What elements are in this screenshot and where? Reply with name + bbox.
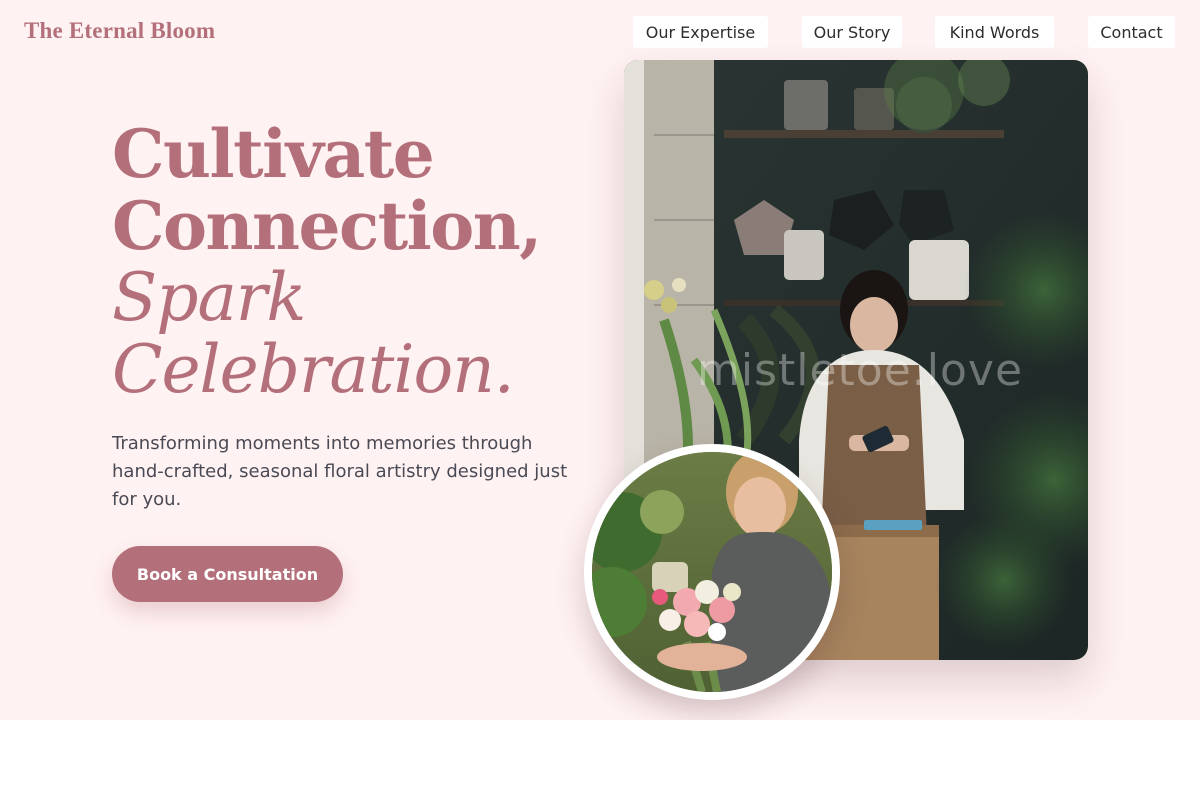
headline-line-4: Celebration.	[112, 331, 515, 408]
headline-line-2: Connection,	[112, 187, 542, 265]
nav-item-our-story[interactable]: Our Story	[802, 16, 902, 48]
headline-line-1: Cultivate	[112, 115, 435, 193]
hero-section: The Eternal Bloom Our Expertise Our Stor…	[0, 0, 1200, 720]
book-consultation-button[interactable]: Book a Consultation	[112, 546, 343, 602]
bouquet-illustration	[592, 452, 832, 692]
below-hero-area	[0, 720, 1200, 800]
hero-subtext: Transforming moments into memories throu…	[112, 433, 568, 510]
nav-item-our-expertise[interactable]: Our Expertise	[633, 16, 768, 48]
hero-headline: Cultivate Connection, Spark Celebration.	[112, 118, 592, 406]
nav-item-contact[interactable]: Contact	[1088, 16, 1175, 48]
headline-line-3: Spark	[112, 259, 306, 336]
nav-item-kind-words[interactable]: Kind Words	[935, 16, 1054, 48]
bouquet-circle-photo	[584, 444, 840, 700]
main-nav: Our Expertise Our Story Kind Words Conta…	[0, 16, 1200, 48]
photo-watermark: mistletoe.love	[697, 345, 1024, 396]
